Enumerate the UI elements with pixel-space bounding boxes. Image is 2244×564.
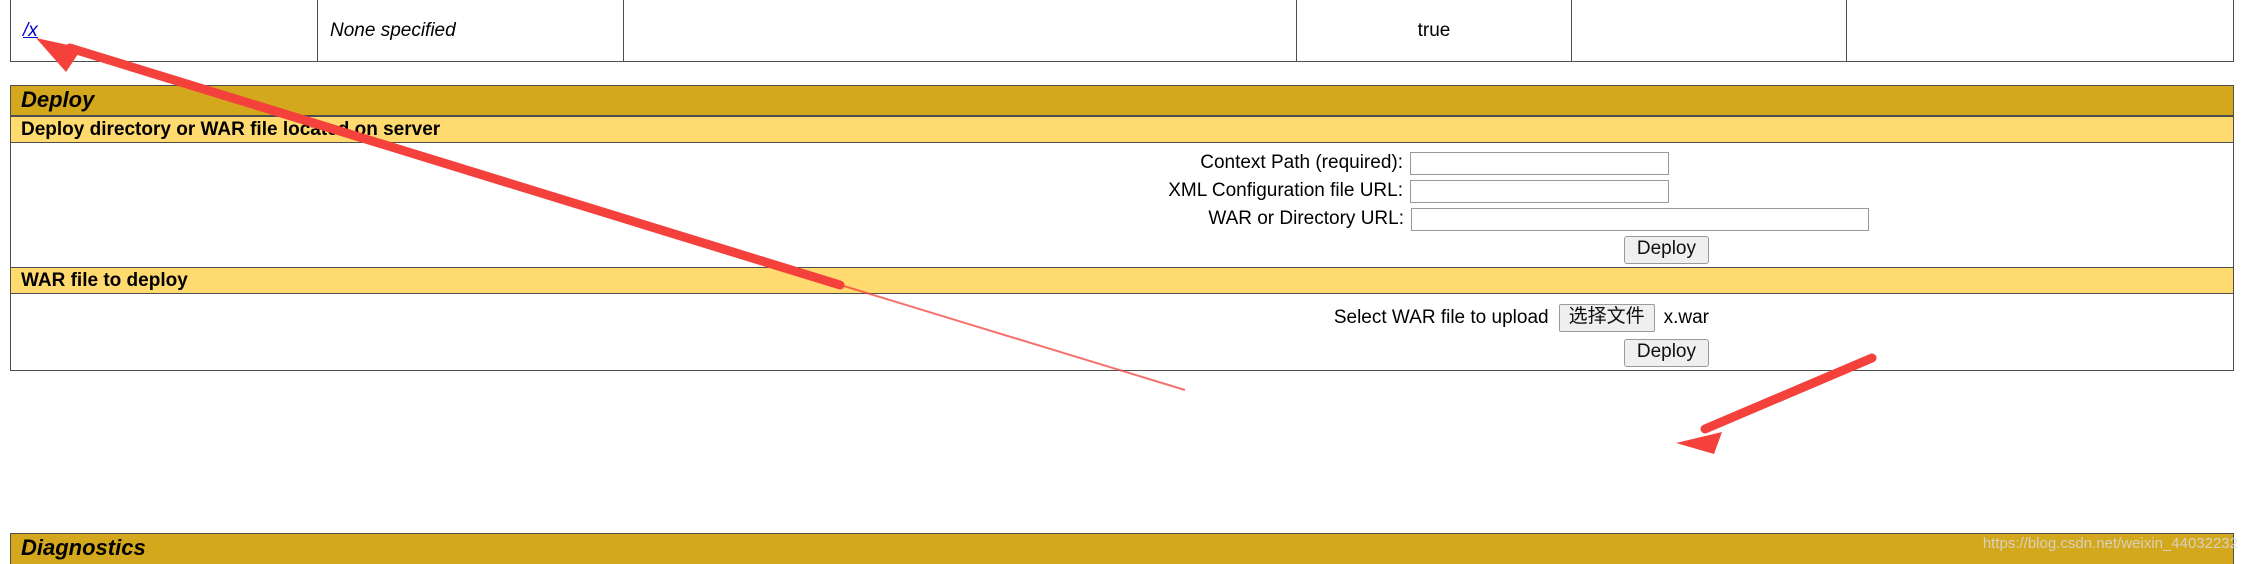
war-file-select-row: Select WAR file to upload 选择文件 x.war: [11, 294, 2233, 336]
app-display-name-cell: [624, 0, 1297, 61]
deploy-upload-form: Select WAR file to upload 选择文件 x.war Dep…: [11, 294, 2233, 370]
annotation-arrow-to-war-file: [1676, 353, 1877, 454]
app-sessions-cell: [1572, 0, 1847, 61]
context-path-row: Context Path (required):: [11, 143, 2233, 177]
xml-config-url-row: XML Configuration file URL:: [11, 177, 2233, 205]
deploy-upload-submit-row: Deploy: [11, 336, 2233, 370]
xml-config-url-input[interactable]: [1410, 179, 1669, 203]
choose-file-button[interactable]: 选择文件: [1558, 303, 1655, 333]
deploy-server-form: Context Path (required): XML Configurati…: [11, 143, 2233, 267]
deploy-upload-submit-button[interactable]: Deploy: [1623, 338, 1709, 368]
deploy-upload-section-heading: WAR file to deploy: [11, 267, 2233, 294]
app-version-cell: None specified: [318, 0, 624, 61]
deploy-panel-title: Deploy: [11, 86, 2233, 116]
war-directory-url-input[interactable]: [1411, 207, 1869, 231]
context-path-label: Context Path (required):: [1200, 152, 1403, 173]
deploy-server-section-heading: Deploy directory or WAR file located on …: [11, 116, 2233, 143]
war-directory-url-row: WAR or Directory URL:: [11, 205, 2233, 233]
war-file-select-label: Select WAR file to upload: [1333, 307, 1549, 328]
xml-config-url-label: XML Configuration file URL:: [1168, 180, 1403, 201]
app-running-cell: true: [1297, 0, 1572, 61]
deploy-server-submit-row: Deploy: [11, 233, 2233, 267]
war-directory-url-label: WAR or Directory URL:: [1208, 208, 1404, 229]
context-path-input[interactable]: [1410, 151, 1669, 175]
diagnostics-panel: Diagnostics: [10, 533, 2234, 564]
app-commands-cell: [1847, 0, 2233, 61]
app-path-link[interactable]: /x: [23, 20, 38, 42]
app-version-label: None specified: [330, 19, 456, 41]
applications-table-row: /x None specified true: [10, 0, 2234, 62]
app-path-cell: /x: [11, 0, 318, 61]
selected-file-name: x.war: [1663, 307, 1709, 328]
deploy-server-submit-button[interactable]: Deploy: [1623, 235, 1709, 265]
deploy-panel: Deploy Deploy directory or WAR file loca…: [10, 85, 2234, 371]
watermark-text: https://blog.csdn.net/weixin_44032232: [1982, 535, 2238, 552]
